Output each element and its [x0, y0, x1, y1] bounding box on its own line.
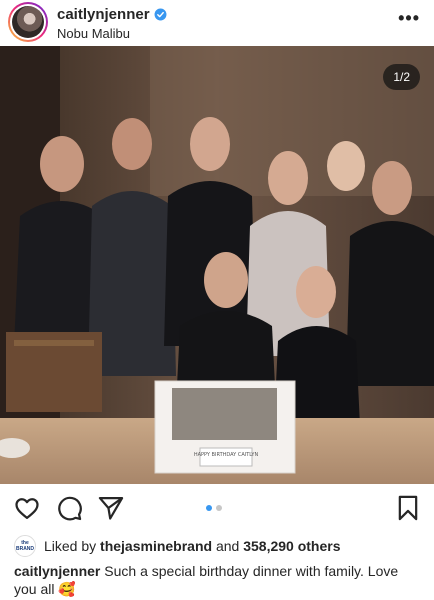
cake-text: HAPPY BIRTHDAY CAITLYN — [194, 452, 259, 458]
share-icon[interactable] — [97, 494, 125, 522]
action-bar — [0, 490, 434, 526]
post-photo[interactable]: HAPPY BIRTHDAY CAITLYN 1/2 — [0, 46, 434, 484]
photo-illustration: HAPPY BIRTHDAY CAITLYN — [0, 46, 434, 484]
likes-prefix: Liked by — [44, 538, 97, 554]
avatar[interactable] — [8, 2, 48, 42]
carousel-dot-active — [206, 505, 212, 511]
bookmark-icon[interactable] — [394, 494, 422, 522]
more-options-icon[interactable]: ••• — [398, 8, 420, 29]
verified-badge-icon — [154, 8, 167, 21]
username-row: caitlynjenner — [57, 6, 167, 23]
liker-avatar[interactable]: the BRAND — [14, 535, 36, 557]
image-counter: 1/2 — [383, 64, 420, 90]
post-header: caitlynjenner Nobu Malibu ••• — [0, 0, 434, 46]
likes-count-link[interactable]: 358,290 others — [243, 538, 340, 554]
heart-icon[interactable] — [13, 494, 41, 522]
location-link[interactable]: Nobu Malibu — [57, 26, 130, 41]
comment-icon[interactable] — [55, 494, 83, 522]
carousel-dot — [216, 505, 222, 511]
caption: caitlynjenner Such a special birthday di… — [14, 562, 420, 598]
likes-conjunction: and — [215, 538, 240, 554]
likes-row: the BRAND Liked by thejasminebrand and 3… — [14, 535, 341, 557]
carousel-indicator — [206, 505, 222, 511]
liker-username[interactable]: thejasminebrand — [100, 538, 212, 554]
caption-username[interactable]: caitlynjenner — [14, 563, 100, 579]
username[interactable]: caitlynjenner — [57, 6, 150, 23]
